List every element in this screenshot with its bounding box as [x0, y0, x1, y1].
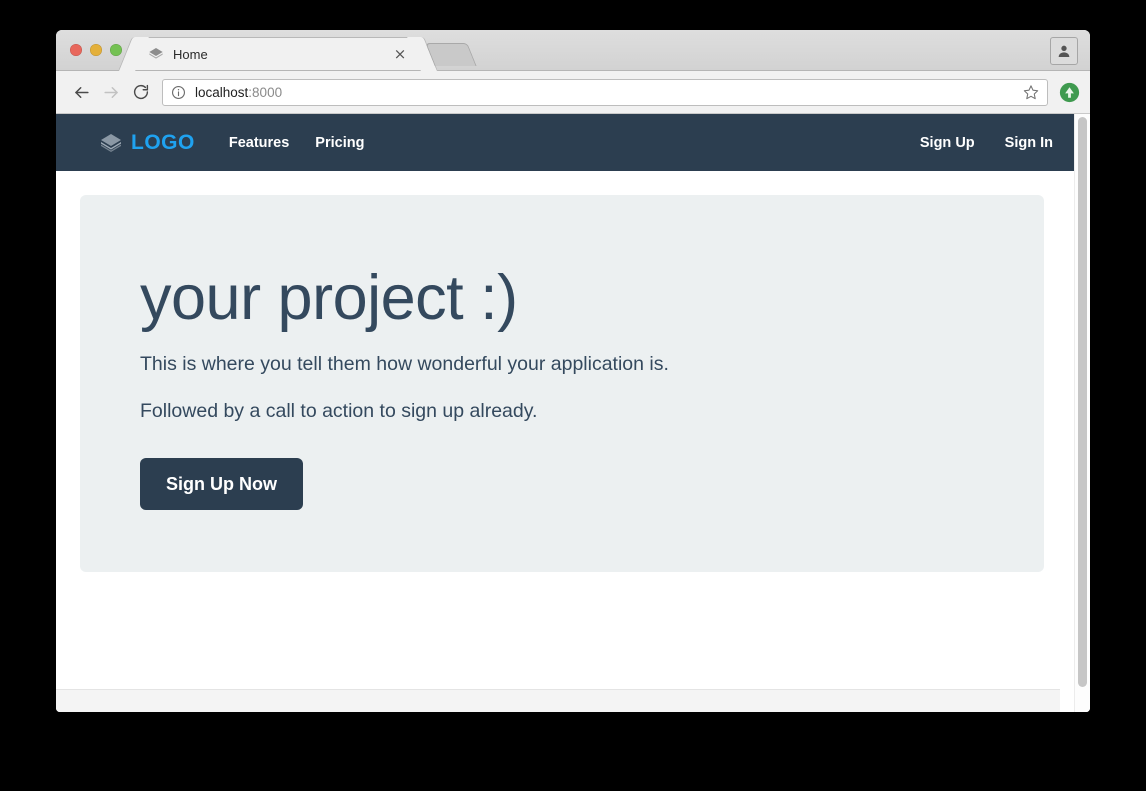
site-brand-text: LOGO — [131, 130, 195, 154]
site-brand[interactable]: LOGO — [99, 131, 195, 155]
site-navbar: LOGO Features Pricing Sign Up Sign In — [56, 114, 1075, 171]
green-up-arrow-icon[interactable] — [1058, 81, 1080, 103]
browser-tab-title: Home — [173, 46, 208, 62]
window-close-button[interactable] — [70, 44, 82, 56]
back-arrow-icon[interactable] — [66, 77, 96, 107]
sign-up-now-button[interactable]: Sign Up Now — [140, 457, 303, 510]
hero-panel: your project :) This is where you tell t… — [80, 195, 1044, 572]
close-icon[interactable]: × — [392, 46, 408, 62]
new-tab-button[interactable] — [425, 43, 477, 66]
site-nav-right: Sign Up Sign In — [890, 135, 1053, 151]
site-nav-left: LOGO Features Pricing — [99, 131, 390, 155]
nav-link-sign-in[interactable]: Sign In — [1005, 135, 1053, 151]
browser-tab-home[interactable]: Home × — [133, 37, 423, 70]
hero-paragraph-2: Followed by a call to action to sign up … — [140, 400, 538, 423]
window-zoom-button[interactable] — [110, 44, 122, 56]
nav-link-sign-up[interactable]: Sign Up — [920, 135, 975, 151]
page-scrollbar[interactable] — [1074, 114, 1090, 712]
nav-link-features[interactable]: Features — [229, 135, 289, 151]
forward-arrow-icon — [96, 77, 126, 107]
page-scrollbar-thumb[interactable] — [1078, 117, 1087, 687]
browser-tab-strip: Home × — [56, 30, 1090, 71]
nav-link-pricing[interactable]: Pricing — [315, 135, 364, 151]
page-viewport: LOGO Features Pricing Sign Up Sign In yo… — [56, 114, 1090, 712]
hero-paragraph-1: This is where you tell them how wonderfu… — [140, 353, 669, 376]
page-body: your project :) This is where you tell t… — [56, 171, 1075, 651]
layers-icon — [99, 131, 123, 155]
window-traffic-lights — [70, 44, 122, 56]
browser-toolbar: localhost:8000 — [56, 71, 1090, 114]
page-content: LOGO Features Pricing Sign Up Sign In yo… — [56, 114, 1075, 712]
browser-window: Home × localhost:8000 LOGO Features Pric… — [56, 30, 1090, 712]
address-bar[interactable]: localhost:8000 — [162, 78, 1048, 106]
info-circle-icon[interactable] — [171, 85, 187, 100]
page-title: your project :) — [140, 263, 518, 333]
layers-icon — [148, 46, 164, 62]
url-port: :8000 — [248, 84, 283, 100]
window-minimize-button[interactable] — [90, 44, 102, 56]
page-footer-strip — [56, 689, 1060, 712]
star-icon[interactable] — [1023, 84, 1039, 100]
reload-icon[interactable] — [126, 77, 156, 107]
url-host: localhost — [195, 84, 249, 100]
address-bar-url: localhost:8000 — [195, 85, 1017, 100]
person-icon[interactable] — [1050, 37, 1078, 65]
